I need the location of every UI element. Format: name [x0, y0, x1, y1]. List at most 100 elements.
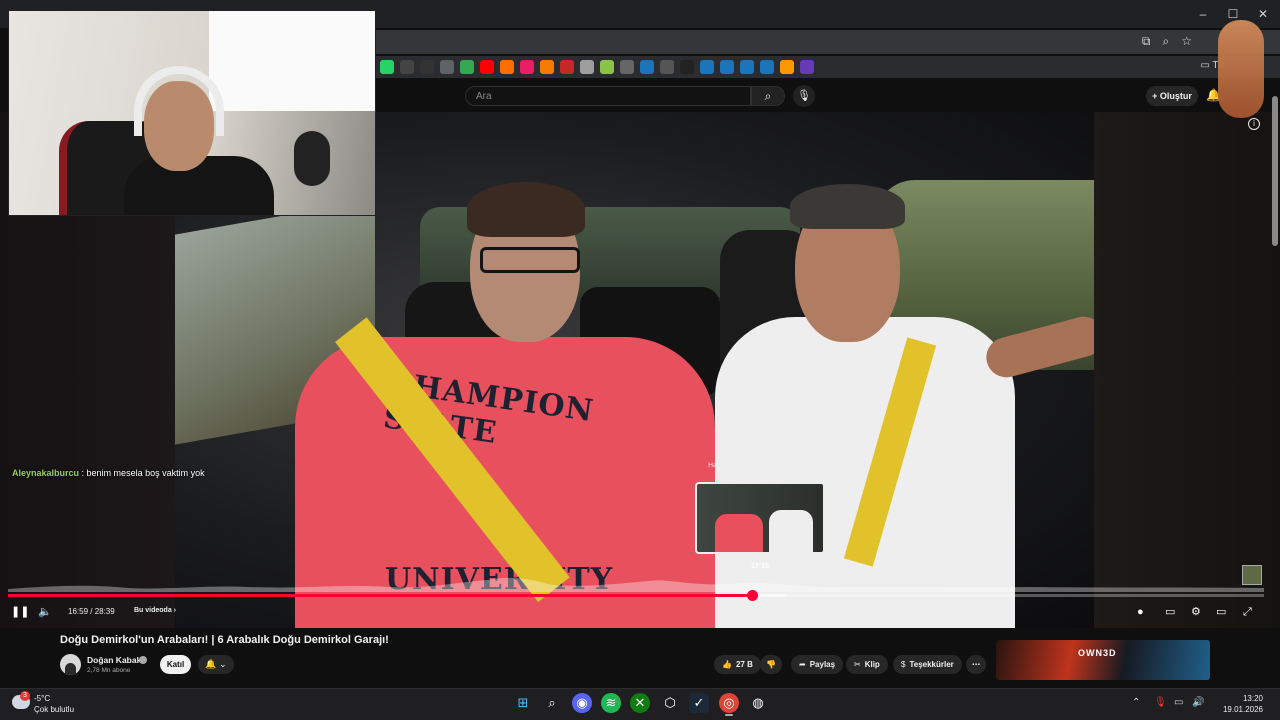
most-replayed-heatmap	[8, 577, 1264, 592]
clock-date[interactable]: 19.01.2026	[1211, 705, 1263, 714]
ambient-right	[1094, 112, 1280, 628]
microphone-icon	[294, 131, 330, 186]
whatsapp-bookmark-icon[interactable]	[380, 60, 394, 74]
weather-description: Çok bulutlu	[34, 705, 75, 714]
volume-icon: 🔈	[38, 606, 52, 618]
ad-brand: OWN3D	[1078, 648, 1117, 658]
pink-bookmark-icon[interactable]	[520, 60, 534, 74]
thanks-button[interactable]: $ Teşekkürler	[893, 655, 962, 674]
like-button[interactable]: 👍 27 B	[714, 655, 761, 674]
info-icon[interactable]: i	[1248, 118, 1260, 130]
search-icon: ⌕	[764, 89, 772, 103]
scissors-icon: ✂	[854, 660, 861, 669]
amber-bookmark-icon[interactable]	[540, 60, 554, 74]
flame-bookmark-icon[interactable]	[780, 60, 794, 74]
search-input[interactable]: Ara	[465, 86, 751, 106]
database-bookmark-icon[interactable]	[580, 60, 594, 74]
chapter-label: Bu videoda	[134, 607, 172, 614]
chat-separator: :	[79, 468, 87, 478]
clock-time[interactable]: 13:20	[1223, 694, 1263, 703]
steam-app[interactable]: ✓	[689, 693, 709, 713]
voice-search-button[interactable]: 🎙	[793, 85, 815, 107]
youtube-bookmark-icon[interactable]	[480, 60, 494, 74]
close-window-button[interactable]: ✕	[1248, 6, 1278, 22]
passenger-glasses	[480, 247, 580, 273]
a-bookmark-icon[interactable]	[680, 60, 694, 74]
red-bookmark-icon[interactable]	[560, 60, 574, 74]
box-icon: ⬡	[664, 695, 676, 710]
fullscreen-button[interactable]: ⤢	[1243, 603, 1252, 621]
script-bookmark-icon[interactable]	[660, 60, 674, 74]
clip-button[interactable]: ✂ Klip	[846, 655, 888, 674]
tray-overflow-button[interactable]: ⌃	[1132, 697, 1140, 708]
scrollbar-thumb[interactable]	[1272, 96, 1278, 246]
seek-preview-thumbnail	[695, 482, 825, 554]
xbox-app[interactable]: ✕	[630, 693, 650, 713]
seek-preview-time: 17:10	[751, 563, 769, 570]
minimize-button[interactable]: –	[1188, 6, 1218, 22]
chat-message: Aleynakalburcu : benim mesela boş vaktim…	[12, 468, 205, 478]
channel-avatar[interactable]	[60, 654, 81, 675]
x-bookmark-icon[interactable]	[400, 60, 414, 74]
preview-driver	[769, 510, 813, 552]
sandal-overlay	[1218, 20, 1264, 118]
xbox-icon: ✕	[634, 695, 646, 710]
chevron-right-icon: ›	[171, 607, 177, 614]
dislike-button[interactable]: 👎	[760, 655, 782, 674]
steam-bookmark-icon[interactable]	[760, 60, 774, 74]
join-button[interactable]: Katıl	[160, 655, 191, 674]
clip-label: Klip	[864, 660, 880, 669]
steam-bookmark-icon[interactable]	[640, 60, 654, 74]
share-button[interactable]: ➦ Paylaş	[791, 655, 844, 674]
tray-mic-button[interactable]: 🎙	[1154, 697, 1167, 708]
theater-mode-button[interactable]: ▭	[1216, 603, 1226, 621]
record-icon: ◍	[752, 695, 764, 710]
seek-hint: Hassas sarma işlemi için ekranı yukarı k…	[708, 462, 800, 477]
settings-button[interactable]: ⚙	[1191, 603, 1201, 621]
tray-network-button[interactable]: ▭	[1174, 697, 1183, 708]
share-icon: ➦	[799, 660, 806, 669]
channel-name[interactable]: Doğan Kabak	[87, 655, 141, 665]
bookmarks-bar	[376, 56, 1280, 78]
mute-button[interactable]: 🔈	[38, 603, 52, 621]
bookmark-star-icon[interactable]: ☆	[1181, 34, 1192, 49]
tray-volume-button[interactable]: 🔊	[1192, 697, 1204, 708]
autoplay-toggle[interactable]: ●	[1137, 603, 1144, 621]
folder-bookmark-icon[interactable]	[440, 60, 454, 74]
chrome-app[interactable]: ◎	[719, 693, 739, 713]
grid-bookmark-icon[interactable]	[420, 60, 434, 74]
gray-bookmark-icon[interactable]	[620, 60, 634, 74]
progress-bar[interactable]	[8, 594, 1264, 597]
more-actions-button[interactable]: ⋯	[966, 655, 986, 674]
pause-button[interactable]: ❚❚	[11, 603, 29, 621]
discord-app[interactable]: ◉	[572, 693, 592, 713]
progress-scrubber[interactable]	[746, 590, 758, 601]
share-label: Paylaş	[809, 660, 836, 669]
channel-watermark[interactable]	[1242, 565, 1262, 585]
thanks-icon: $	[901, 660, 906, 669]
plus-icon: +	[1152, 91, 1160, 101]
subtitles-button[interactable]: ▭	[1165, 603, 1175, 621]
chapter-button[interactable]: Bu videoda ›	[134, 607, 176, 614]
steam-bookmark-icon[interactable]	[720, 60, 734, 74]
recorder-app[interactable]: ◍	[748, 693, 768, 713]
ad-banner[interactable]: OWN3D	[996, 640, 1210, 680]
obs-app[interactable]: ⬡	[660, 693, 680, 713]
cast-icon[interactable]: ⧉	[1142, 34, 1151, 49]
zoom-icon[interactable]: ⌕	[1163, 34, 1170, 49]
w-bookmark-icon[interactable]	[800, 60, 814, 74]
subscription-bell-button[interactable]: 🔔 ⌄	[198, 655, 234, 674]
spotify-app[interactable]: ≋	[601, 693, 621, 713]
drive-bookmark-icon[interactable]	[460, 60, 474, 74]
search-taskbar-button[interactable]: ⌕	[542, 693, 562, 713]
start-button[interactable]: ⊞	[513, 693, 533, 713]
search-button[interactable]: ⌕	[751, 86, 785, 106]
thanks-label: Teşekkürler	[909, 660, 954, 669]
orange-bookmark-icon[interactable]	[500, 60, 514, 74]
steam-bookmark-icon[interactable]	[700, 60, 714, 74]
windows-icon: ⊞	[517, 695, 529, 710]
create-button[interactable]: + Oluştur	[1146, 86, 1198, 106]
bell-icon: 🔔	[205, 659, 217, 669]
steam-bookmark-icon[interactable]	[740, 60, 754, 74]
green-bookmark-icon[interactable]	[600, 60, 614, 74]
